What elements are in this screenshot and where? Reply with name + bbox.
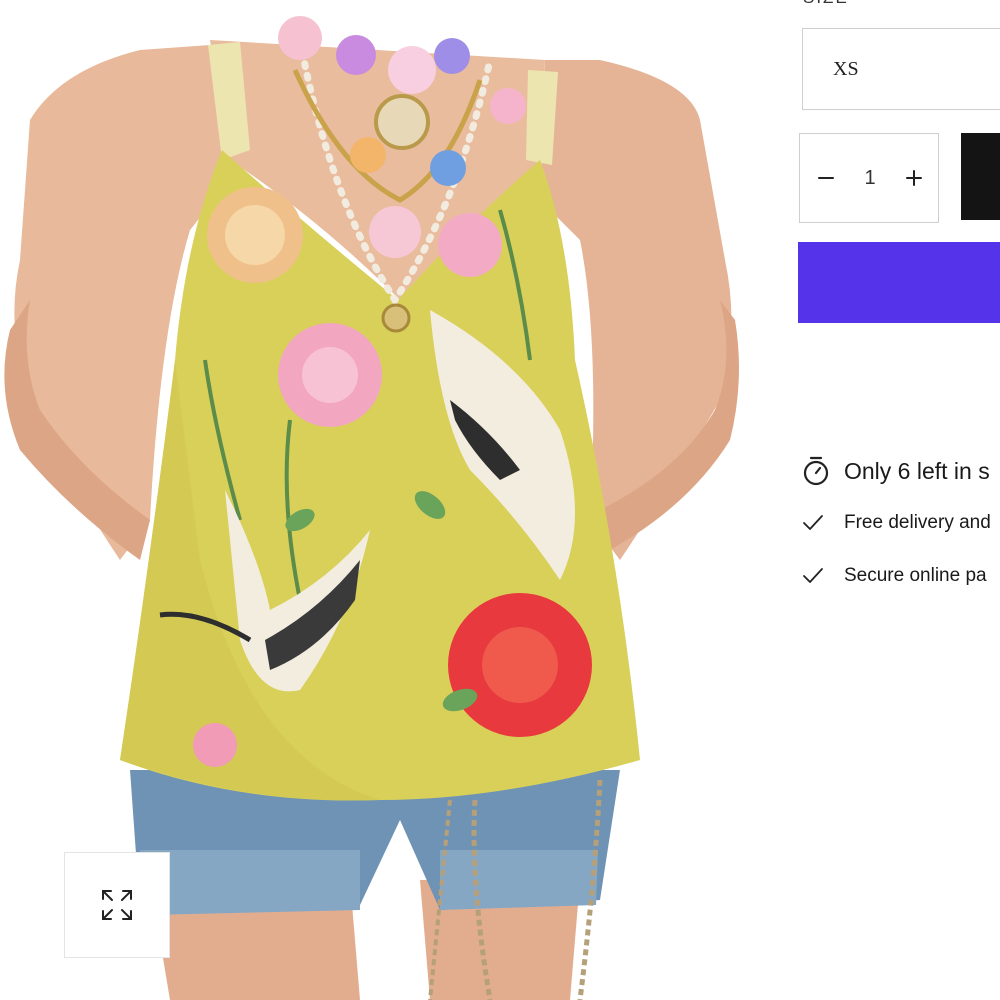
product-image[interactable] [0, 0, 740, 1000]
quantity-stepper: 1 [799, 133, 939, 223]
check-icon [803, 515, 823, 530]
check-icon [803, 568, 823, 583]
size-option-xs[interactable]: XS [802, 28, 1000, 110]
product-page: SIZE XS 1 Only 6 left in s Free delivery… [0, 0, 1000, 1000]
feature-text: Free delivery and [844, 512, 991, 533]
size-label: SIZE [803, 0, 849, 8]
zoom-button[interactable] [64, 852, 170, 958]
buy-now-button[interactable] [798, 242, 1000, 323]
expand-icon [102, 890, 132, 920]
minus-icon[interactable] [812, 164, 840, 192]
product-photo [4, 16, 739, 1000]
feature-secure-payment: Secure online pa [802, 565, 987, 587]
stock-text: Only 6 left in s [844, 457, 990, 484]
quantity-value[interactable]: 1 [850, 167, 890, 190]
feature-text: Secure online pa [844, 565, 987, 586]
stopwatch-icon [803, 456, 829, 486]
add-to-cart-button[interactable] [961, 133, 1000, 220]
size-option-label: XS [833, 58, 859, 80]
plus-icon[interactable] [900, 164, 928, 192]
feature-free-delivery: Free delivery and [802, 512, 991, 534]
stock-status: Only 6 left in s [802, 455, 990, 487]
